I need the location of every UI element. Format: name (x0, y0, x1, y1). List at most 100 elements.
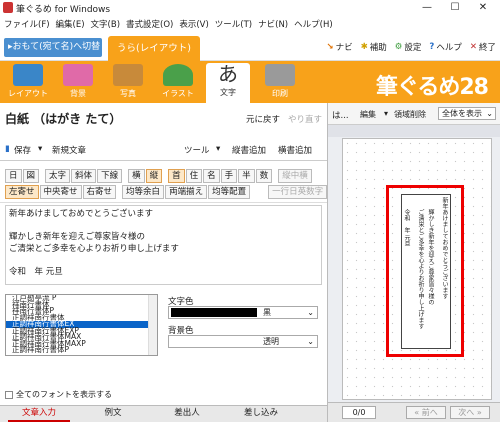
half-width-button[interactable]: 半 (238, 169, 255, 183)
card-line-4: 令和 年 元旦 (403, 209, 410, 247)
align-right-button[interactable]: 右寄せ (82, 185, 117, 199)
menu-navi[interactable]: ナビ(N) (258, 18, 288, 30)
menu-view[interactable]: 表示(V) (179, 18, 208, 30)
justify-button[interactable]: 両端揃え (165, 185, 208, 199)
photo-icon (113, 64, 143, 86)
help-icon: ? (429, 42, 435, 52)
toolbar-text-button[interactable]: あ 文字 (206, 63, 250, 103)
title-bar: 筆ぐるめ for Windows — ☐ ✕ (0, 0, 500, 16)
color-swatch (171, 308, 257, 317)
menu-help[interactable]: ヘルプ(H) (294, 18, 333, 30)
one-line-alnum-button[interactable]: 一行日英数字 (268, 185, 328, 199)
gear-icon: ✱ (360, 42, 368, 52)
maximize-button[interactable]: ☐ (441, 0, 469, 16)
font-item[interactable]: 正調祥南行書体P (6, 346, 157, 354)
undo-button[interactable]: 元に戻す (246, 113, 280, 125)
help-link[interactable]: ? ヘルプ (429, 41, 461, 53)
insert-hand-button[interactable]: 手 (220, 169, 238, 183)
exit-label: 終了 (478, 43, 496, 53)
distribute-button[interactable]: 均等配置 (208, 185, 251, 199)
view-select[interactable]: 全体を表示 ⌄ (438, 107, 496, 120)
window-title: 筆ぐるめ for Windows (16, 4, 111, 15)
format-row-2: 左寄せ 中央寄せ 右寄せ 均等余白 両端揃え 均等配置 一行日英数字 (5, 185, 328, 199)
tab-text-input[interactable]: 文章入力 (8, 406, 70, 422)
prev-page-button[interactable]: « 前へ (406, 406, 446, 419)
menu-text[interactable]: 文字(B) (91, 18, 120, 30)
insert-address-button[interactable]: 住 (185, 169, 203, 183)
card-line-3: ご清栄とご多幸を心よりお祈り申し上げます (417, 209, 424, 329)
equal-margin-button[interactable]: 均等余白 (122, 185, 165, 199)
format-figure-button[interactable]: 図 (22, 169, 40, 183)
italic-button[interactable]: 斜体 (71, 169, 97, 183)
add-horizontal-button[interactable]: 横書追加 (278, 144, 312, 156)
text-frame[interactable]: 新年あけましておめでとうございます 輝かしき新年を迎えご尊家皆々様の ご清栄とご… (401, 194, 451, 349)
close-icon: ✕ (469, 42, 477, 52)
menu-edit[interactable]: 編集(E) (56, 18, 85, 30)
text-editor-pane: 白紙 （はがき たて） 元に戻す やり直す ▮ 保存 ▾ 新規文章 ツール ▾ … (0, 103, 328, 422)
menu-tools[interactable]: ツール(T) (215, 18, 252, 30)
add-vertical-button[interactable]: 縦書追加 (232, 144, 266, 156)
insert-head-button[interactable]: 首 (168, 169, 185, 183)
toolbar-illust-label: イラスト (162, 89, 194, 98)
toolbar-background-button[interactable]: 背景 (56, 64, 100, 101)
redo-button[interactable]: やり直す (288, 113, 322, 125)
align-left-button[interactable]: 左寄せ (5, 185, 39, 199)
save-dropdown-icon[interactable]: ▾ (38, 144, 42, 154)
number-button[interactable]: 数 (255, 169, 273, 183)
tools-dropdown-icon[interactable]: ▾ (216, 144, 220, 154)
message-textarea[interactable]: 新年あけましておめでとうございます 輝かしき新年を迎えご尊家皆々様の ご清栄とご… (5, 205, 322, 285)
settings-link[interactable]: ⚙ 設定 (395, 41, 422, 53)
tab-example-text[interactable]: 例文 (82, 406, 144, 422)
save-button[interactable]: 保存 (14, 144, 31, 156)
menu-bar: ファイル(F) 編集(E) 文字(B) 書式設定(O) 表示(V) ツール(T)… (0, 16, 500, 31)
insert-name-button[interactable]: 名 (203, 169, 220, 183)
toolbar-print-label: 印刷 (272, 89, 288, 98)
app-icon (3, 2, 13, 13)
toolbar-illust-button[interactable]: イラスト (156, 64, 200, 101)
delete-area-button[interactable]: 領域削除 (394, 109, 426, 120)
tools-button[interactable]: ツール (184, 144, 210, 156)
menu-format[interactable]: 書式設定(O) (126, 18, 173, 30)
navi-label: ナビ (335, 43, 353, 53)
font-list[interactable]: 江戸勘亭流 P 祥南行書体 祥南行書体P 正調祥南行書体 正調祥南行書体EX 正… (5, 294, 158, 356)
switch-to-front-button[interactable]: ▸おもて(宛て名)へ切替 (4, 38, 102, 57)
tab-sender[interactable]: 差出人 (156, 406, 218, 422)
arrow-icon: ↘ (326, 42, 334, 52)
toolbar-print-button[interactable]: 印刷 (258, 64, 302, 101)
assist-link[interactable]: ✱ 補助 (361, 41, 387, 53)
vertical-button[interactable]: 縦 (145, 169, 163, 183)
underline-button[interactable]: 下線 (97, 169, 123, 183)
ruler (328, 125, 500, 137)
close-window-button[interactable]: ✕ (469, 0, 497, 16)
preview-label: は... (332, 111, 349, 121)
settings-label: 設定 (404, 43, 422, 53)
bg-color-select[interactable]: 透明 ⌄ (168, 335, 318, 348)
exit-link[interactable]: ✕ 終了 (470, 41, 496, 53)
text-color-select[interactable]: 黒 ⌄ (168, 306, 318, 319)
next-page-button[interactable]: 次へ » (450, 406, 490, 419)
page-navigator: 0/0 « 前へ 次へ » (328, 402, 500, 422)
chevron-down-icon: ⌄ (307, 337, 314, 346)
bold-button[interactable]: 太字 (45, 169, 71, 183)
menu-file[interactable]: ファイル(F) (4, 18, 50, 30)
font-list-scrollbar[interactable] (148, 295, 157, 355)
horizontal-button[interactable]: 横 (128, 169, 145, 183)
align-center-button[interactable]: 中央寄せ (39, 185, 82, 199)
minimize-button[interactable]: — (413, 0, 441, 16)
checkbox-box[interactable] (5, 390, 13, 399)
card-line-1: 新年あけましておめでとうございます (441, 197, 448, 299)
edit-menu[interactable]: 編集 (360, 109, 376, 120)
tate-chu-yoko-button[interactable]: 縦中横 (278, 169, 312, 183)
new-text-button[interactable]: 新規文章 (52, 144, 86, 156)
format-day-button[interactable]: 日 (5, 169, 22, 183)
toolbar-photo-button[interactable]: 写真 (106, 64, 150, 101)
navi-link[interactable]: ↘ ナビ (326, 41, 352, 53)
tab-merge[interactable]: 差し込み (230, 406, 292, 422)
layout-icon (13, 64, 43, 86)
toolbar-layout-button[interactable]: レイアウト (6, 64, 50, 101)
edit-dropdown-icon[interactable]: ▾ (384, 109, 388, 118)
tab-back-layout[interactable]: うら(レイアウト) (108, 36, 200, 61)
main-toolbar: レイアウト 背景 写真 イラスト あ 文字 印刷 筆ぐるめ28 (0, 61, 500, 103)
brand-logo: 筆ぐるめ28 (375, 75, 489, 100)
show-all-fonts-checkbox[interactable]: 全てのフォントを表示する (5, 389, 112, 400)
